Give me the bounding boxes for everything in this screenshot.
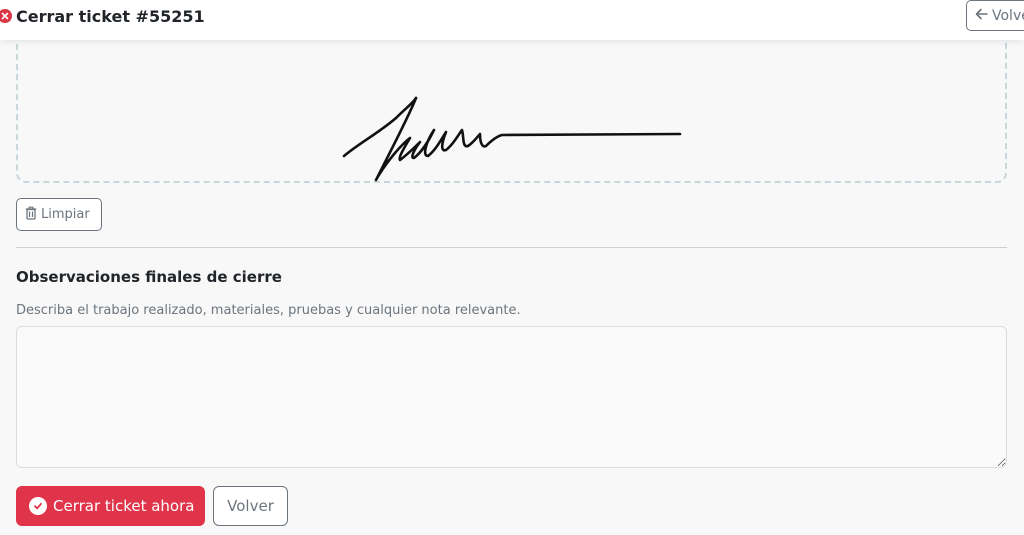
signature-pad[interactable] (16, 30, 1007, 183)
page-header: Cerrar ticket #55251 (0, 0, 205, 32)
back-button-top[interactable]: Volve (966, 0, 1024, 31)
back-button[interactable]: Volver (213, 486, 288, 526)
x-circle-icon (0, 9, 12, 23)
close-ticket-button[interactable]: Cerrar ticket ahora (16, 486, 205, 526)
divider (16, 247, 1007, 248)
clear-signature-button[interactable]: Limpiar (16, 198, 102, 231)
observations-heading: Observaciones finales de cierre (16, 268, 282, 286)
close-ticket-label: Cerrar ticket ahora (53, 497, 195, 515)
back-button-top-label: Volve (992, 7, 1024, 24)
check-circle-icon (29, 497, 47, 515)
arrow-left-icon (975, 8, 988, 24)
back-button-label: Volver (227, 497, 274, 515)
clear-signature-label: Limpiar (41, 207, 90, 222)
trash-icon (25, 206, 37, 224)
top-bar: Cerrar ticket #55251 Volve (0, 0, 1024, 40)
page-title: Cerrar ticket #55251 (16, 6, 205, 26)
observations-help-text: Describa el trabajo realizado, materiale… (16, 303, 521, 318)
observations-textarea[interactable] (16, 326, 1007, 468)
signature-drawing (342, 96, 682, 182)
